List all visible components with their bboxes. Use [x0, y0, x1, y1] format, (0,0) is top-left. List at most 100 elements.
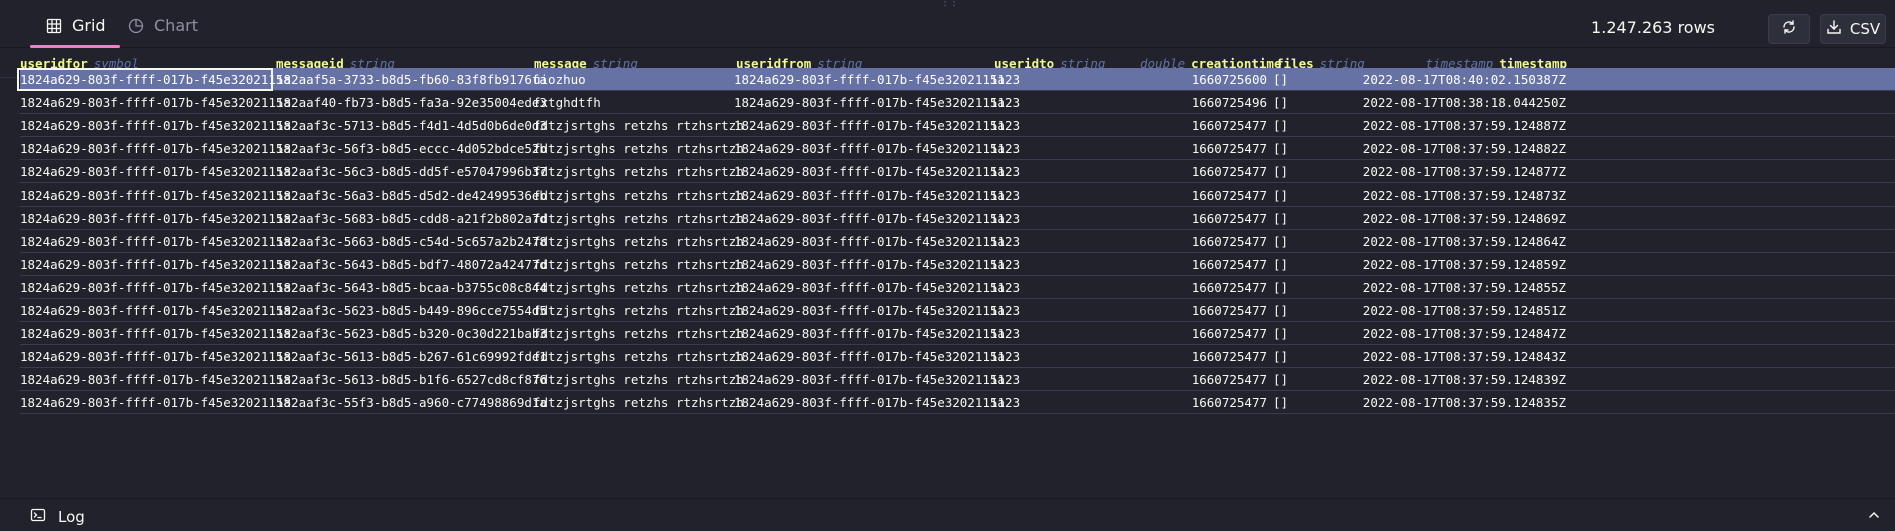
cell-useridfrom[interactable]: 1824a629-803f-ffff-017b-f45e3202115a	[734, 95, 1005, 110]
cell-files[interactable]: []	[1273, 280, 1288, 295]
cell-creationtime[interactable]: 1660725496	[1141, 95, 1267, 110]
cell-useridto[interactable]: 1123	[990, 211, 1020, 226]
cell-messageid[interactable]: 182aaf3c-56c3-b8d5-dd5f-e57047996b37	[276, 164, 547, 179]
table-row[interactable]: 1824a629-803f-ffff-017b-f45e3202115a 182a…	[20, 276, 1895, 299]
cell-files[interactable]: []	[1273, 95, 1288, 110]
cell-timestamp[interactable]: 2022-08-17T08:37:59.124887Z	[1328, 118, 1566, 133]
cell-useridto[interactable]: 1123	[990, 303, 1020, 318]
refresh-button[interactable]	[1768, 14, 1810, 44]
cell-timestamp[interactable]: 2022-08-17T08:37:59.124851Z	[1328, 303, 1566, 318]
tab-chart[interactable]: Chart	[112, 12, 212, 48]
cell-files[interactable]: []	[1273, 188, 1288, 203]
cell-useridfor[interactable]: 1824a629-803f-ffff-017b-f45e3202115a	[20, 95, 291, 110]
table-row[interactable]: 1824a629-803f-ffff-017b-f45e3202115a 182a…	[20, 184, 1895, 207]
cell-useridfrom[interactable]: 1824a629-803f-ffff-017b-f45e3202115a	[734, 303, 1005, 318]
cell-messageid[interactable]: 182aaf3c-5623-b8d5-b320-0c30d221bab3	[276, 326, 547, 341]
cell-useridto[interactable]: 1123	[990, 257, 1020, 272]
table-row[interactable]: 1824a629-803f-ffff-017b-f45e3202115a 182a…	[20, 160, 1895, 184]
cell-timestamp[interactable]: 2022-08-17T08:37:59.124864Z	[1328, 234, 1566, 249]
cell-useridfrom[interactable]: 1824a629-803f-ffff-017b-f45e3202115a	[734, 234, 1005, 249]
cell-messageid[interactable]: 182aaf3c-5643-b8d5-bdf7-48072a42477d	[276, 257, 547, 272]
cell-useridfor[interactable]: 1824a629-803f-ffff-017b-f45e3202115a	[20, 280, 291, 295]
cell-useridfor[interactable]: 1824a629-803f-ffff-017b-f45e3202115a	[20, 326, 291, 341]
collapse-panel-button[interactable]	[1863, 505, 1885, 527]
cell-files[interactable]: []	[1273, 72, 1288, 87]
cell-messageid[interactable]: 182aaf3c-5613-b8d5-b267-61c69992fde1	[276, 349, 547, 364]
cell-messageid[interactable]: 182aaf40-fb73-b8d5-fa3a-92e35004ede3	[276, 95, 547, 110]
cell-files[interactable]: []	[1273, 118, 1288, 133]
cell-useridto[interactable]: 1123	[990, 164, 1020, 179]
cell-creationtime[interactable]: 1660725477	[1141, 372, 1267, 387]
cell-useridfor[interactable]: 1824a629-803f-ffff-017b-f45e3202115a	[20, 303, 291, 318]
cell-files[interactable]: []	[1273, 234, 1288, 249]
cell-useridfrom[interactable]: 1824a629-803f-ffff-017b-f45e3202115a	[734, 188, 1005, 203]
cell-message[interactable]: fdtzjsrtghs retzhs rtzhsrtzh	[533, 395, 744, 410]
cell-message[interactable]: fdtzjsrtghs retzhs rtzhsrtzh	[533, 211, 744, 226]
cell-useridfor[interactable]: 1824a629-803f-ffff-017b-f45e3202115a	[20, 211, 291, 226]
cell-message[interactable]: fdtzjsrtghs retzhs rtzhsrtzh	[533, 141, 744, 156]
cell-useridto[interactable]: 1123	[990, 95, 1020, 110]
cell-message[interactable]: fdtzjsrtghs retzhs rtzhsrtzh	[533, 326, 744, 341]
cell-useridto[interactable]: 1123	[990, 141, 1020, 156]
cell-message[interactable]: fxtghdtfh	[533, 95, 601, 110]
table-row[interactable]: 1824a629-803f-ffff-017b-f45e3202115a 182a…	[20, 368, 1895, 392]
cell-useridfrom[interactable]: 1824a629-803f-ffff-017b-f45e3202115a	[734, 141, 1005, 156]
cell-useridfrom[interactable]: 1824a629-803f-ffff-017b-f45e3202115a	[734, 164, 1005, 179]
cell-useridfrom[interactable]: 1824a629-803f-ffff-017b-f45e3202115a	[734, 118, 1005, 133]
table-row[interactable]: 1824a629-803f-ffff-017b-f45e3202115a 182a…	[20, 137, 1895, 161]
cell-files[interactable]: []	[1273, 395, 1288, 410]
cell-useridfrom[interactable]: 1824a629-803f-ffff-017b-f45e3202115a	[734, 72, 1005, 87]
cell-creationtime[interactable]: 1660725477	[1141, 188, 1267, 203]
cell-message[interactable]: fdtzjsrtghs retzhs rtzhsrtzh	[533, 349, 744, 364]
cell-message[interactable]: fdtzjsrtghs retzhs rtzhsrtzh	[533, 164, 744, 179]
cell-creationtime[interactable]: 1660725477	[1141, 257, 1267, 272]
cell-creationtime[interactable]: 1660725477	[1141, 118, 1267, 133]
cell-timestamp[interactable]: 2022-08-17T08:37:59.124843Z	[1328, 349, 1566, 364]
panel-resize-handle[interactable]: ⋮⋮	[940, 0, 959, 8]
cell-useridfor[interactable]: 1824a629-803f-ffff-017b-f45e3202115a	[20, 257, 291, 272]
cell-timestamp[interactable]: 2022-08-17T08:37:59.124882Z	[1328, 141, 1566, 156]
cell-messageid[interactable]: 182aaf3c-56f3-b8d5-eccc-4d052bdce52b	[276, 141, 547, 156]
cell-message[interactable]: fdtzjsrtghs retzhs rtzhsrtzh	[533, 188, 744, 203]
cell-message[interactable]: uiozhuo	[533, 72, 586, 87]
table-row[interactable]: 1824a629-803f-ffff-017b-f45e3202115a 182a…	[20, 114, 1895, 138]
table-row[interactable]: 1824a629-803f-ffff-017b-f45e3202115a 182a…	[20, 68, 1895, 92]
cell-messageid[interactable]: 182aaf3c-5683-b8d5-cdd8-a21f2b802a7d	[276, 211, 547, 226]
table-row[interactable]: 1824a629-803f-ffff-017b-f45e3202115a 182a…	[20, 345, 1895, 369]
cell-creationtime[interactable]: 1660725477	[1141, 326, 1267, 341]
cell-useridto[interactable]: 1123	[990, 395, 1020, 410]
cell-files[interactable]: []	[1273, 372, 1288, 387]
table-row[interactable]: 1824a629-803f-ffff-017b-f45e3202115a 182a…	[20, 91, 1895, 115]
cell-messageid[interactable]: 182aaf3c-56a3-b8d5-d5d2-de42499536eb	[276, 188, 547, 203]
cell-useridfrom[interactable]: 1824a629-803f-ffff-017b-f45e3202115a	[734, 257, 1005, 272]
cell-useridfor[interactable]: 1824a629-803f-ffff-017b-f45e3202115a	[20, 141, 291, 156]
cell-useridfor[interactable]: 1824a629-803f-ffff-017b-f45e3202115a	[20, 118, 291, 133]
cell-messageid[interactable]: 182aaf3c-55f3-b8d5-a960-c77498869d1a	[276, 395, 547, 410]
cell-messageid[interactable]: 182aaf3c-5623-b8d5-b449-896cce7554d5	[276, 303, 547, 318]
cell-timestamp[interactable]: 2022-08-17T08:40:02.150387Z	[1328, 72, 1566, 87]
log-toggle-button[interactable]: Log	[30, 507, 85, 527]
cell-useridfrom[interactable]: 1824a629-803f-ffff-017b-f45e3202115a	[734, 372, 1005, 387]
cell-files[interactable]: []	[1273, 257, 1288, 272]
cell-timestamp[interactable]: 2022-08-17T08:37:59.124855Z	[1328, 280, 1566, 295]
cell-files[interactable]: []	[1273, 326, 1288, 341]
cell-useridto[interactable]: 1123	[990, 326, 1020, 341]
cell-useridto[interactable]: 1123	[990, 234, 1020, 249]
cell-creationtime[interactable]: 1660725477	[1141, 280, 1267, 295]
cell-messageid[interactable]: 182aaf3c-5613-b8d5-b1f6-6527cd8cf876	[276, 372, 547, 387]
cell-useridfor[interactable]: 1824a629-803f-ffff-017b-f45e3202115a	[20, 72, 291, 87]
cell-message[interactable]: fdtzjsrtghs retzhs rtzhsrtzh	[533, 118, 744, 133]
cell-timestamp[interactable]: 2022-08-17T08:37:59.124835Z	[1328, 395, 1566, 410]
cell-useridfor[interactable]: 1824a629-803f-ffff-017b-f45e3202115a	[20, 188, 291, 203]
cell-message[interactable]: fdtzjsrtghs retzhs rtzhsrtzh	[533, 234, 744, 249]
cell-timestamp[interactable]: 2022-08-17T08:37:59.124839Z	[1328, 372, 1566, 387]
cell-useridfor[interactable]: 1824a629-803f-ffff-017b-f45e3202115a	[20, 234, 291, 249]
cell-messageid[interactable]: 182aaf5a-3733-b8d5-fb60-83f8fb9176fa	[276, 72, 547, 87]
cell-useridto[interactable]: 1123	[990, 280, 1020, 295]
cell-timestamp[interactable]: 2022-08-17T08:37:59.124869Z	[1328, 211, 1566, 226]
cell-timestamp[interactable]: 2022-08-17T08:38:18.044250Z	[1328, 95, 1566, 110]
cell-useridto[interactable]: 1123	[990, 372, 1020, 387]
cell-timestamp[interactable]: 2022-08-17T08:37:59.124859Z	[1328, 257, 1566, 272]
cell-creationtime[interactable]: 1660725600	[1141, 72, 1267, 87]
cell-message[interactable]: fdtzjsrtghs retzhs rtzhsrtzh	[533, 303, 744, 318]
